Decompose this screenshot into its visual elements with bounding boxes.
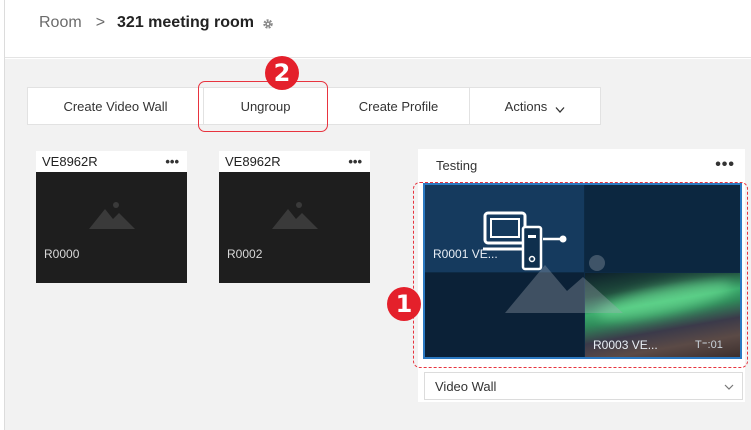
create-video-wall-button[interactable]: Create Video Wall	[28, 88, 204, 124]
page: Room > 321 meeting room Create Video Wal…	[4, 0, 751, 430]
breadcrumb: Room > 321 meeting room	[39, 14, 274, 32]
receiver-label: R0002	[227, 247, 263, 261]
create-profile-button[interactable]: Create Profile	[328, 88, 470, 124]
header: Room > 321 meeting room	[5, 0, 751, 58]
chevron-down-icon	[555, 102, 565, 113]
gear-icon[interactable]	[262, 17, 274, 29]
device-card[interactable]: VE8962R ••• R0002	[219, 151, 370, 283]
page-title: 321 meeting room	[117, 14, 254, 31]
video-wall-name: Testing	[436, 157, 478, 173]
breadcrumb-root[interactable]: Room	[39, 14, 82, 32]
wall-mode-value: Video Wall	[435, 378, 497, 394]
image-placeholder-icon	[89, 202, 135, 229]
receiver-label: R0000	[44, 247, 80, 261]
create-profile-label: Create Profile	[358, 98, 439, 114]
device-model: VE8962R	[42, 154, 98, 169]
create-video-wall-label: Create Video Wall	[63, 98, 168, 114]
device-preview: R0002	[219, 172, 370, 283]
ungroup-highlight	[198, 81, 328, 132]
actions-label: Actions	[504, 98, 548, 114]
device-card[interactable]: VE8962R ••• R0000	[36, 151, 187, 283]
actions-dropdown[interactable]: Actions	[470, 88, 600, 124]
main-content: Create Video Wall Ungroup Create Profile…	[5, 56, 751, 430]
step-marker-1: 1	[387, 287, 421, 321]
more-options-icon[interactable]: •••	[715, 156, 735, 174]
step-marker-2: 2	[265, 56, 299, 90]
video-wall-highlight	[413, 182, 748, 368]
chevron-down-icon	[724, 379, 734, 394]
wall-mode-select[interactable]: Video Wall	[424, 372, 743, 400]
device-preview: R0000	[36, 172, 187, 283]
more-options-icon[interactable]: •••	[348, 155, 362, 168]
breadcrumb-separator: >	[95, 14, 106, 31]
device-model: VE8962R	[225, 154, 281, 169]
image-placeholder-icon	[272, 202, 318, 229]
more-options-icon[interactable]: •••	[165, 155, 179, 168]
